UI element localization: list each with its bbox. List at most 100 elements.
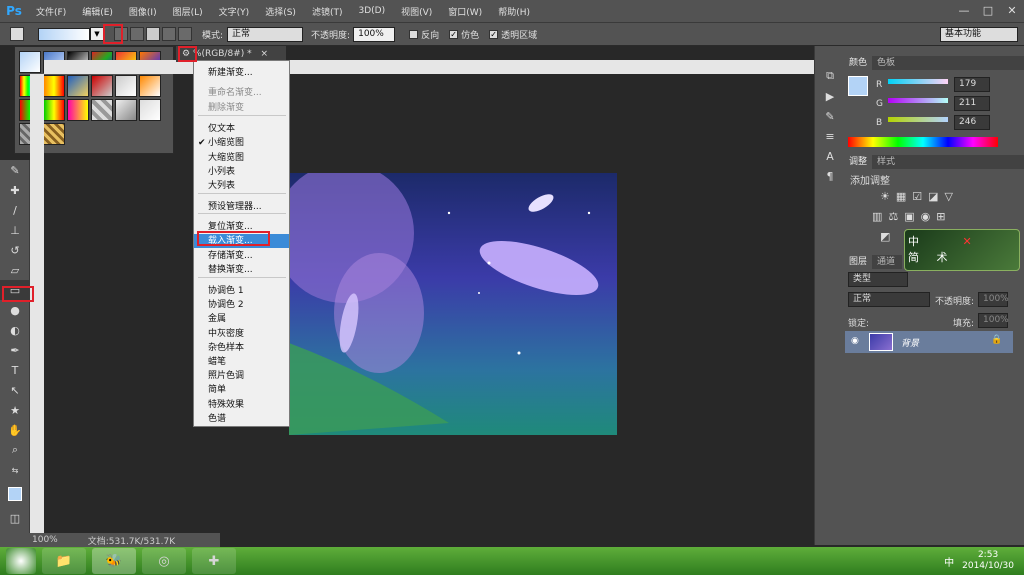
menu-help[interactable]: 帮助(H)	[490, 5, 538, 18]
menu-type[interactable]: 文字(Y)	[211, 5, 258, 18]
default-colors-icon[interactable]: ⇆	[0, 460, 30, 480]
r-slider[interactable]	[888, 79, 948, 84]
zoom-tool-icon[interactable]: ⌕	[0, 440, 30, 460]
context-menu-item[interactable]: 大列表	[194, 179, 289, 193]
context-menu-item[interactable]: 协调色 1	[194, 284, 289, 298]
adjustment-icons-row-2[interactable]: ▥⚖▣◉⊞	[872, 210, 951, 223]
menu-image[interactable]: 图像(I)	[121, 5, 165, 18]
opacity-input[interactable]: 100%	[353, 26, 396, 42]
app-taskbar-icon[interactable]: 🐝	[92, 548, 136, 574]
b-input[interactable]: 246	[954, 115, 990, 130]
layer-row[interactable]: ◉ 背景 🔒	[845, 331, 1013, 353]
tab-styles[interactable]: 样式	[872, 155, 900, 169]
context-menu-item[interactable]: 金属	[194, 312, 289, 326]
workspace-select[interactable]: 基本功能	[940, 26, 1018, 42]
context-menu-item[interactable]: 照片色调	[194, 369, 289, 383]
close-window-button[interactable]: ✕	[1000, 0, 1024, 22]
menu-filter[interactable]: 滤镜(T)	[304, 5, 351, 18]
shape-tool-icon[interactable]: ★	[0, 400, 30, 420]
menu-file[interactable]: 文件(F)	[28, 5, 74, 18]
type-tool-icon[interactable]: T	[0, 360, 30, 380]
gradient-swatch[interactable]	[67, 75, 89, 97]
menu-edit[interactable]: 编辑(E)	[74, 5, 121, 18]
character-panel-icon[interactable]: A	[815, 146, 845, 166]
tab-color[interactable]: 颜色	[844, 56, 873, 70]
dither-option[interactable]: ✓ 仿色	[449, 28, 479, 41]
gradient-swatch[interactable]	[91, 99, 113, 121]
fill-input[interactable]: 100%	[978, 313, 1009, 328]
context-menu-item[interactable]: 预设管理器...	[194, 200, 289, 214]
color-spectrum-bar[interactable]	[848, 137, 998, 147]
clock[interactable]: 2:53 2014/10/30	[962, 550, 1014, 572]
layer-filter-select[interactable]: 类型	[848, 272, 908, 287]
ime-widget[interactable]: 中 ✕ 简 术	[904, 229, 1020, 271]
security-taskbar-icon[interactable]: ✚	[192, 548, 236, 574]
menu-layer[interactable]: 图层(L)	[165, 5, 211, 18]
context-menu-item[interactable]: 小列表	[194, 165, 289, 179]
context-menu-item[interactable]: 大缩览图	[194, 151, 289, 165]
context-menu-item[interactable]: 替换渐变...	[194, 263, 289, 277]
explorer-taskbar-icon[interactable]: 📁	[42, 548, 86, 574]
history-panel-icon[interactable]: ⧉	[815, 66, 845, 86]
radial-gradient-button[interactable]	[130, 27, 144, 41]
actions-panel-icon[interactable]: ▶	[815, 86, 845, 106]
context-menu-item[interactable]: 中灰密度	[194, 327, 289, 341]
gradient-swatch[interactable]	[91, 75, 113, 97]
hand-tool-icon[interactable]: ✋	[0, 420, 30, 440]
context-menu-item[interactable]: 简单	[194, 383, 289, 397]
b-slider[interactable]	[888, 117, 948, 122]
layer-opacity-input[interactable]: 100%	[978, 292, 1009, 307]
reflected-gradient-button[interactable]	[162, 27, 176, 41]
color-swatches-icon[interactable]	[0, 480, 30, 508]
g-slider[interactable]	[888, 98, 948, 103]
ime-close-icon[interactable]: ✕	[963, 235, 972, 248]
gradient-swatch[interactable]	[139, 75, 161, 97]
gradient-preview[interactable]	[38, 27, 90, 41]
context-menu-item[interactable]: 新建渐变...	[194, 66, 289, 80]
blur-tool-icon[interactable]: ●	[0, 300, 30, 320]
tray-ime[interactable]: 中	[944, 554, 954, 569]
angle-gradient-button[interactable]	[146, 27, 160, 41]
clone-stamp-tool-icon[interactable]: ⊥	[0, 220, 30, 240]
quick-mask-icon[interactable]: ◫	[0, 508, 30, 528]
gradient-swatch[interactable]	[139, 99, 161, 121]
minimize-button[interactable]: —	[952, 0, 976, 22]
gradient-swatch[interactable]	[43, 123, 65, 145]
tab-swatches[interactable]: 色板	[872, 56, 900, 70]
reverse-option[interactable]: 反向	[409, 28, 439, 41]
r-input[interactable]: 179	[954, 77, 990, 92]
dither-checkbox[interactable]: ✓	[449, 29, 459, 39]
foreground-color-swatch[interactable]	[848, 76, 868, 96]
zoom-level[interactable]: 100%	[32, 535, 58, 545]
close-tab-button[interactable]: ×	[260, 49, 268, 59]
healing-brush-tool-icon[interactable]: ✚	[0, 180, 30, 200]
adjustment-icons-row-3[interactable]: ◩	[880, 230, 890, 243]
menu-select[interactable]: 选择(S)	[257, 5, 304, 18]
pen-tool-icon[interactable]: ✒	[0, 340, 30, 360]
tool-preset-icon[interactable]	[10, 27, 24, 41]
brush-presets-icon[interactable]: ✎	[815, 106, 845, 126]
context-menu-item[interactable]: 杂色样本	[194, 341, 289, 355]
context-menu-item[interactable]: 存储渐变...	[194, 249, 289, 263]
reverse-checkbox[interactable]	[409, 29, 419, 39]
gradient-dropdown-icon[interactable]: ▼	[90, 27, 104, 41]
context-menu-item[interactable]: 特殊效果	[194, 398, 289, 412]
context-menu-item[interactable]: 协调色 2	[194, 298, 289, 312]
canvas-image[interactable]	[289, 173, 617, 435]
start-button[interactable]	[6, 548, 36, 574]
layer-name[interactable]: 背景	[901, 336, 919, 349]
brush-panel-icon[interactable]: ≡	[815, 126, 845, 146]
eyedropper-tool-icon[interactable]: ✎	[0, 160, 30, 180]
visibility-eye-icon[interactable]: ◉	[851, 336, 859, 346]
context-menu-item[interactable]: 小缩览图	[194, 136, 289, 150]
context-menu-item[interactable]: 色谱	[194, 412, 289, 426]
tab-adjustments[interactable]: 调整	[844, 155, 873, 169]
brush-tool-icon[interactable]: /	[0, 200, 30, 220]
dodge-tool-icon[interactable]: ◐	[0, 320, 30, 340]
paragraph-panel-icon[interactable]: ¶	[815, 166, 845, 186]
menu-window[interactable]: 窗口(W)	[440, 5, 490, 18]
adjustment-icons-row-1[interactable]: ☀▦☑◪▽	[880, 190, 959, 203]
gradient-swatch[interactable]	[115, 99, 137, 121]
diamond-gradient-button[interactable]	[178, 27, 192, 41]
transparency-option[interactable]: ✓ 透明区域	[489, 28, 537, 41]
